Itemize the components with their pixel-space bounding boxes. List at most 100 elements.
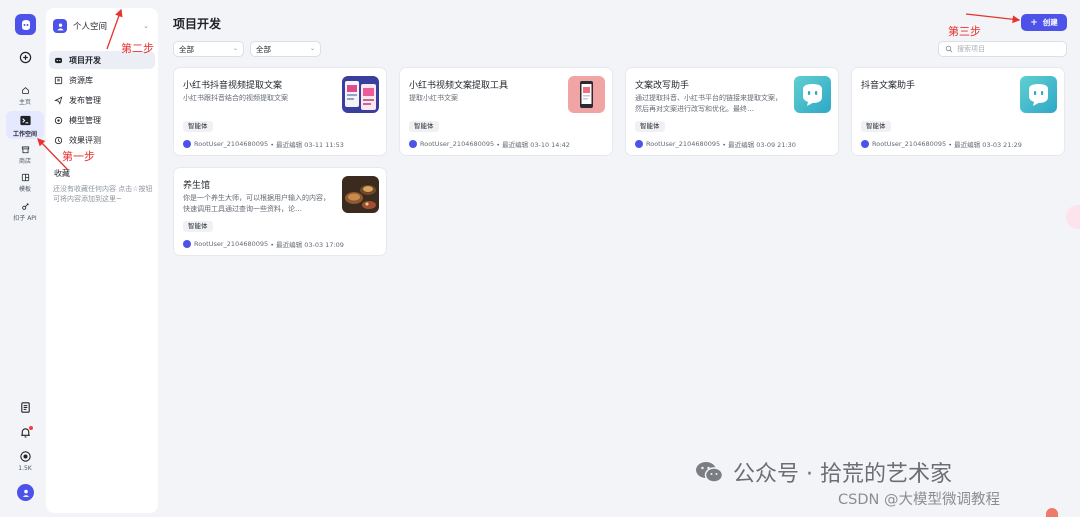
search-icon — [945, 45, 953, 53]
card-edited: • 最近编辑 03-11 11:53 — [270, 141, 344, 149]
document-icon — [20, 401, 30, 413]
rail-store[interactable]: 商店 — [6, 143, 44, 165]
annotation-step3: 第三步 — [948, 25, 981, 38]
annotation-step2: 第二步 — [121, 42, 154, 55]
store-icon — [21, 146, 29, 154]
project-card[interactable]: 抖音文案助手 智能体 RootUser_2104680095 • 最近编辑 03… — [851, 67, 1065, 156]
card-edited: • 最近编辑 03-03 21:29 — [948, 141, 1022, 149]
search-box[interactable] — [938, 41, 1067, 57]
plugin-icon — [21, 203, 28, 210]
type-filter-value: 全部 — [179, 44, 194, 54]
space-avatar — [53, 19, 67, 33]
project-card[interactable]: 养生馆 你是一个养生大师，可以根据用户输入的内容，快速调用工具通过查询一些资料，… — [173, 167, 387, 256]
card-tag: 智能体 — [183, 221, 213, 232]
bot-icon — [54, 57, 63, 63]
logo-icon — [21, 19, 30, 30]
page-title: 项目开发 — [173, 17, 222, 31]
card-title: 养生馆 — [183, 181, 211, 191]
card-edited: • 最近编辑 03-10 14:42 — [496, 141, 570, 149]
card-thumbnail-phone — [568, 76, 605, 113]
home-icon — [21, 87, 29, 94]
csdn-watermark: CSDN @大模型微调教程 — [838, 492, 1000, 508]
main-content: 项目开发 全部 ⌄ 全部 ⌄ + 创建 小红书抖音视频提取文案 小红书跟抖音结合… — [160, 0, 1080, 517]
project-card[interactable]: 小红书抖音视频提取文案 小红书跟抖音结合的视频提取文案 智能体 RootUser… — [173, 67, 387, 156]
chevron-down-icon: ⌄ — [232, 45, 238, 52]
rail-notifications[interactable] — [6, 425, 44, 439]
space-selector[interactable]: 个人空间 ⌄ — [53, 16, 153, 36]
rail-create[interactable] — [6, 49, 44, 65]
project-card[interactable]: 文案改写助手 通过提取抖音、小红书平台的链接来提取文案，然后再对文案进行改写和优… — [625, 67, 839, 156]
card-description: 小红书跟抖音结合的视频提取文案 — [183, 94, 288, 102]
project-card[interactable]: 小红书视频文案提取工具 提取小红书文案 智能体 RootUser_2104680… — [399, 67, 613, 156]
nav-label: 模型管理 — [69, 115, 101, 125]
card-thumbnail-bot — [794, 76, 831, 113]
chevron-down-icon: ⌄ — [309, 45, 315, 52]
template-icon — [21, 173, 29, 182]
workspace-sidebar: 个人空间 ⌄ 项目开发 资源库 发布管理 模型管理 效果评测 收藏 还没有收藏任… — [46, 8, 158, 513]
owner-avatar — [183, 140, 191, 148]
evaluation-icon — [54, 136, 63, 144]
favorites-title: 收藏 — [54, 169, 70, 178]
card-owner: RootUser_2104680095 — [420, 140, 495, 148]
floating-avatar[interactable] — [1046, 508, 1058, 517]
card-edited: • 最近编辑 03-03 17:09 — [270, 241, 344, 249]
owner-filter[interactable]: 全部 ⌄ — [250, 41, 321, 57]
nav-item-publish[interactable]: 发布管理 — [49, 91, 155, 109]
card-thumbnail-food — [342, 176, 379, 213]
rail-workspace-label: 工作空间 — [12, 131, 37, 138]
user-icon — [56, 23, 64, 30]
type-filter[interactable]: 全部 ⌄ — [173, 41, 244, 57]
annotation-step1: 第一步 — [62, 150, 95, 163]
owner-avatar — [635, 140, 643, 148]
card-meta: RootUser_2104680095 • 最近编辑 03-03 21:29 — [861, 139, 1022, 149]
target-icon — [19, 451, 31, 462]
rail-docs[interactable] — [6, 400, 44, 414]
rail-store-label: 商店 — [18, 158, 31, 165]
owner-avatar — [409, 140, 417, 148]
card-tag: 智能体 — [635, 121, 665, 132]
card-tag: 智能体 — [409, 121, 439, 132]
create-button-label: 创建 — [1042, 18, 1058, 27]
create-button[interactable]: + 创建 — [1021, 14, 1067, 31]
rail-home-label: 主页 — [18, 99, 31, 106]
rail-template[interactable]: 模板 — [6, 171, 44, 193]
icon-rail: 主页 工作空间 商店 模板 扣子 API 1.5K — [0, 0, 50, 517]
card-owner: RootUser_2104680095 — [646, 140, 721, 148]
nav-label: 项目开发 — [69, 55, 101, 65]
plus-icon: + — [1030, 17, 1038, 28]
chevron-down-icon: ⌄ — [143, 22, 149, 30]
library-icon — [54, 76, 63, 84]
owner-filter-value: 全部 — [256, 44, 271, 54]
notification-badge — [29, 426, 33, 430]
card-title: 小红书视频文案提取工具 — [409, 81, 509, 91]
card-title: 抖音文案助手 — [861, 81, 916, 91]
card-owner: RootUser_2104680095 — [194, 140, 269, 148]
watermark-line1: 公众号 · 拾荒的艺术家 — [733, 462, 952, 487]
card-owner: RootUser_2104680095 — [194, 240, 269, 248]
card-description: 提取小红书文案 — [409, 94, 458, 102]
search-input[interactable] — [957, 45, 1057, 53]
owner-avatar — [183, 240, 191, 248]
nav-label: 发布管理 — [69, 95, 101, 105]
rail-api[interactable]: 扣子 API — [6, 200, 44, 222]
rail-template-label: 模板 — [18, 186, 31, 193]
rail-workspace[interactable]: 工作空间 — [6, 111, 44, 139]
nav-item-evaluation[interactable]: 效果评测 — [49, 131, 155, 149]
wechat-watermark: 公众号 · 拾荒的艺术家 — [695, 456, 952, 488]
card-tag: 智能体 — [861, 121, 891, 132]
rail-credits[interactable]: 1.5K — [6, 450, 44, 474]
nav-label: 资源库 — [69, 75, 93, 85]
rail-home[interactable]: 主页 — [6, 84, 44, 106]
nav-item-models[interactable]: 模型管理 — [49, 111, 155, 129]
space-label: 个人空间 — [73, 22, 108, 32]
credits-count: 1.5K — [18, 465, 32, 472]
card-meta: RootUser_2104680095 • 最近编辑 03-10 14:42 — [409, 139, 570, 149]
card-thumbnail-bot — [1020, 76, 1057, 113]
user-avatar[interactable] — [17, 484, 34, 501]
card-description: 你是一个养生大师，可以根据用户输入的内容，快速调用工具通过查询一些资料，论… — [183, 194, 330, 213]
card-edited: • 最近编辑 03-09 21:30 — [722, 141, 796, 149]
wechat-icon — [696, 462, 723, 483]
nav-item-library[interactable]: 资源库 — [49, 71, 155, 89]
app-logo[interactable] — [15, 14, 36, 35]
plus-circle-icon — [19, 51, 31, 63]
